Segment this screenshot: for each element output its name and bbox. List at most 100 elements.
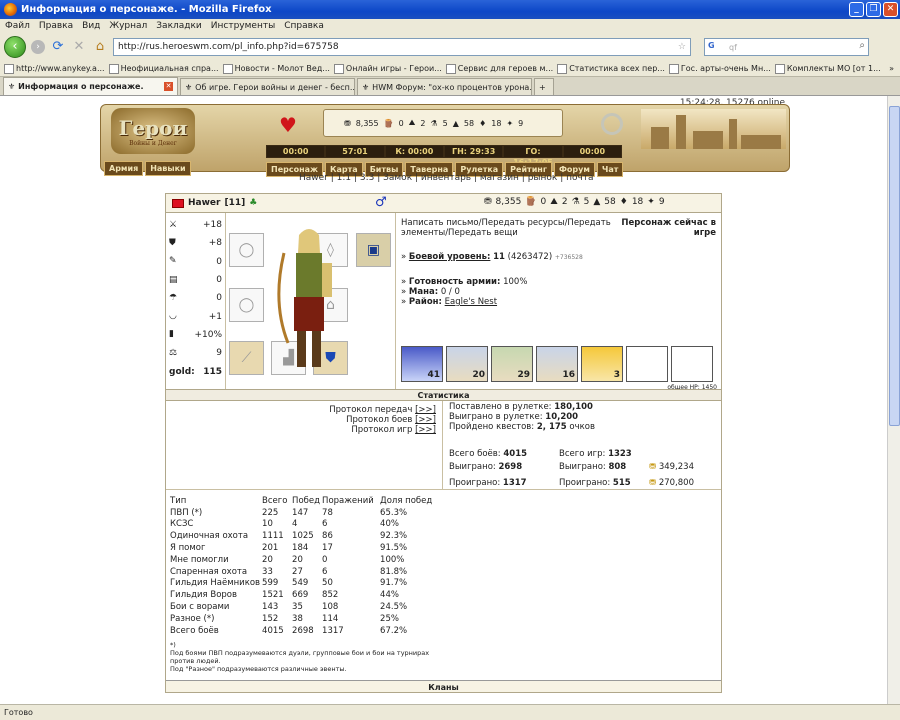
mercury-icon: ⚗ — [571, 197, 580, 207]
new-tab-button[interactable]: + — [534, 78, 554, 95]
search-input[interactable]: G qf ⌕ — [704, 38, 869, 56]
bookmarks-toolbar: http://www.anykey.a... Неофициальная спр… — [0, 61, 900, 77]
timer: ГО: 16:17:05 — [504, 146, 562, 167]
gems-icon: ✦ — [506, 118, 514, 128]
army-unit[interactable]: 20 — [446, 346, 488, 382]
forward-button[interactable]: › — [31, 40, 45, 54]
stop-icon[interactable]: ✕ — [71, 39, 87, 55]
bookmark-item[interactable]: Статистика всех пер... — [557, 63, 665, 74]
bookmarks-overflow-icon[interactable]: » — [889, 64, 900, 73]
bookmark-item[interactable]: http://www.anykey.a... — [4, 63, 105, 74]
nav-chat[interactable]: Чат — [596, 162, 624, 177]
sulfur-icon: ▲ — [593, 197, 601, 207]
army-unit-empty — [671, 346, 713, 382]
bookmark-item[interactable]: Гос. арты-очень Мн... — [668, 63, 771, 74]
tab-close-icon[interactable]: ✕ — [164, 82, 173, 91]
luck-icon: ☂ — [169, 292, 178, 303]
book-icon[interactable]: ▣ — [356, 233, 391, 267]
tab-player-info[interactable]: ⚜ Информация о персонаже. ✕ — [3, 77, 178, 95]
star-icon[interactable]: ☆ — [678, 42, 690, 52]
table-row: Гильдия Воров 1521 669 852 44% — [170, 590, 399, 601]
protocols-list: Протокол передач [>>] Протокол боев [>>]… — [166, 401, 443, 489]
menu-file[interactable]: Файл — [5, 21, 30, 31]
online-status: Персонаж сейчас в игре — [621, 218, 716, 238]
protocol-games-link[interactable]: [>>] — [415, 425, 436, 435]
equipment-area: ◯ ◯ ⟋ ◊ ⌂ ▣ ⛊ ▟ — [227, 213, 394, 389]
table-row: Разное (*) 152 38 114 25% — [170, 613, 399, 624]
bookmark-item[interactable]: Комплекты МО [от 1... — [774, 63, 881, 74]
bookmark-item[interactable]: Неофициальная спра... — [108, 63, 219, 74]
timer: 00:00 — [563, 146, 621, 157]
home-icon[interactable]: ⌂ — [92, 39, 108, 55]
bookmark-item[interactable]: Онлайн игры - Герои... — [333, 63, 442, 74]
game-logo[interactable]: Герои Войны и Денег — [111, 108, 195, 154]
gold-amount: 115 — [203, 366, 222, 377]
timer: 57:01 — [326, 146, 384, 157]
army-unit[interactable]: 29 — [491, 346, 533, 382]
district-link[interactable]: Eagle's Nest — [445, 297, 497, 307]
menu-edit[interactable]: Правка — [39, 21, 73, 31]
menu-tools[interactable]: Инструменты — [211, 21, 275, 31]
table-row: Гильдия Наёмников 599 549 50 91.7% — [170, 578, 408, 589]
menu-view[interactable]: Вид — [82, 21, 100, 31]
clans-header: Кланы — [166, 680, 721, 692]
gold-icon: ⛃ — [649, 478, 657, 488]
tab-forum[interactable]: ⚜ HWM Форум: "ох-ко процентов урона... — [357, 78, 532, 95]
timer: К: 00:00 — [385, 146, 443, 157]
spell-power-icon: ✎ — [169, 256, 177, 267]
actions-link[interactable]: Написать письмо/Передать ресурсы/Передат… — [401, 218, 611, 238]
player-level: [11] — [224, 198, 246, 208]
combat-level-label[interactable]: Боевой уровень: — [409, 252, 490, 262]
wood-icon: 🪵 — [383, 118, 394, 128]
protocol-battles-link[interactable]: [>>] — [415, 415, 436, 425]
search-icon[interactable]: ⌕ — [859, 40, 865, 51]
ring-slot-icon[interactable]: ◯ — [229, 233, 264, 267]
window-title: Информация о персонаже. - Mozilla Firefo… — [21, 4, 272, 15]
table-notes: *) Под боями ПВП подразумеваются дуэли, … — [170, 641, 430, 673]
player-stats: ⚔ +18 ⛊ +8 ✎ 0 ▤ 0 ☂ 0 ◡ +1 ▮ +10% ⚖ 9 gold: 115 — [166, 213, 226, 389]
gold-icon: ⛃ — [484, 197, 492, 207]
timer: 00:00 — [267, 146, 325, 157]
navigation-toolbar: ‹ › ⟳ ✕ ⌂ http://rus.heroeswm.com/pl_inf… — [0, 33, 900, 61]
tab-about-game[interactable]: ⚜ Об игре. Герои войны и денег - бесп... — [180, 78, 355, 95]
ring-slot-icon[interactable]: ◯ — [229, 288, 264, 322]
status-bar: Готово — [0, 704, 900, 720]
page-scrollbar[interactable] — [887, 96, 900, 704]
sub-navigation-links[interactable]: Hawer | 1:1 | 3:3 | Замок | инвентарь | … — [299, 173, 594, 183]
crystal-icon: ♦ — [479, 118, 487, 128]
battle-stats: Всего боёв: 4015 Выиграно: 2698 Проигран… — [449, 449, 694, 488]
castle-image — [641, 109, 786, 149]
back-button[interactable]: ‹ — [4, 36, 26, 58]
close-window-button[interactable]: ✕ — [883, 2, 898, 17]
knowledge-icon: ▤ — [169, 274, 178, 285]
menu-bar: Файл Правка Вид Журнал Закладки Инструме… — [0, 19, 900, 33]
nav-skills[interactable]: Навыки — [145, 161, 191, 176]
reload-icon[interactable]: ⟳ — [50, 39, 66, 55]
player-name[interactable]: Hawer — [188, 198, 220, 208]
url-bar[interactable]: http://rus.heroeswm.com/pl_info.php?id=6… — [113, 38, 691, 56]
army-unit[interactable]: 16 — [536, 346, 578, 382]
table-row: Всего боёв 4015 2698 1317 67.2% — [170, 625, 408, 636]
player-header: Hawer [11] ♣ ♂ ⛃ 8,355 🪵 0 ⛰ 2 ⚗ 5 ▲ 58 ♦ 18 ✦… — [166, 194, 721, 213]
minimize-button[interactable]: _ — [849, 2, 864, 17]
army-unit[interactable]: 41 — [401, 346, 443, 382]
ring-icon[interactable] — [601, 113, 623, 135]
army-unit[interactable]: 3 — [581, 346, 623, 382]
table-row: КСЗС 10 4 6 40% — [170, 519, 399, 530]
male-icon: ♂ — [375, 195, 387, 210]
faction-leaf-icon: ♣ — [249, 198, 258, 208]
health-heart-icon: ♥ — [279, 113, 297, 137]
bookmark-item[interactable]: Новости - Молот Вед... — [222, 63, 330, 74]
protocol-transfers-link[interactable]: [>>] — [415, 405, 436, 415]
menu-history[interactable]: Журнал — [109, 21, 147, 31]
tab-favicon-icon: ⚜ — [362, 82, 370, 92]
menu-bookmarks[interactable]: Закладки — [156, 21, 202, 31]
game-banner: Герои Войны и Денег ♥ ⛃ 8,355 🪵 0 ⛰ 2 ⚗ 5 ▲ 5… — [100, 104, 790, 177]
game-side-nav: Армия Навыки — [104, 161, 191, 176]
nav-army[interactable]: Армия — [104, 161, 144, 176]
sword-icon[interactable]: ⟋ — [229, 341, 264, 375]
bookmark-item[interactable]: Сервис для героев м... — [445, 63, 553, 74]
player-resources: ⛃ 8,355 🪵 0 ⛰ 2 ⚗ 5 ▲ 58 ♦ 18 ✦ 9 — [484, 197, 665, 207]
menu-help[interactable]: Справка — [284, 21, 324, 31]
maximize-button[interactable]: ❐ — [866, 2, 881, 17]
